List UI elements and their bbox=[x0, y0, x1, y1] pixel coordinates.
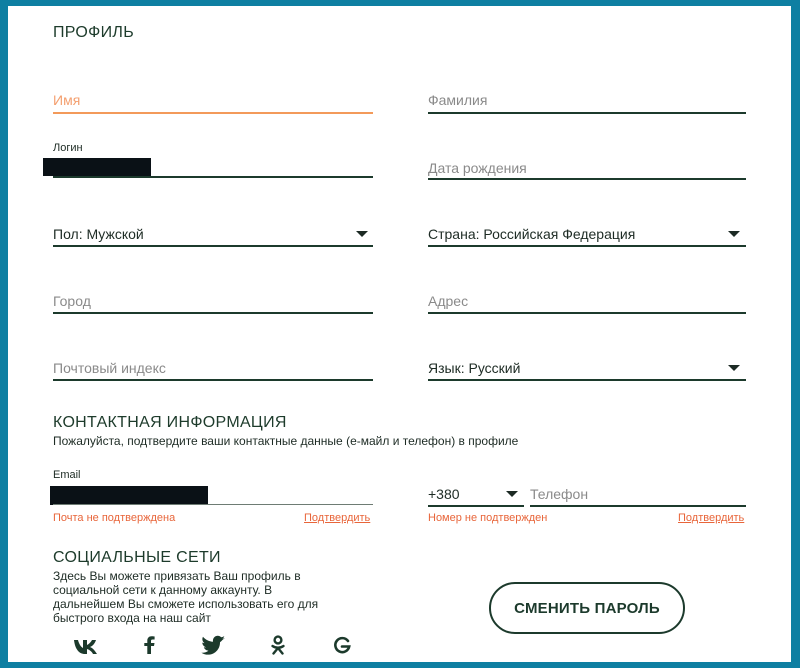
email-confirm-link[interactable]: Подтвердить bbox=[304, 512, 370, 524]
contact-title: КОНТАКТНАЯ ИНФОРМАЦИЯ bbox=[53, 414, 287, 431]
social-description-line: социальной сети к данному аккаунту. В bbox=[53, 583, 273, 597]
login-underline bbox=[53, 176, 373, 178]
city-underline bbox=[53, 312, 373, 314]
first-name-underline bbox=[53, 112, 373, 114]
last-name-field[interactable]: Фамилия bbox=[428, 86, 746, 116]
contact-subtitle: Пожалуйста, подтвердите ваши контактные … bbox=[53, 434, 519, 448]
phone-field[interactable]: Телефон bbox=[530, 484, 746, 508]
email-value-redacted bbox=[50, 486, 208, 505]
gender-value: Пол: Мужской bbox=[53, 226, 144, 242]
phone-status: Номер не подтвержден bbox=[428, 512, 548, 524]
phone-confirm-link[interactable]: Подтвердить bbox=[678, 512, 744, 524]
change-password-button[interactable]: СМЕНИТЬ ПАРОЛЬ bbox=[489, 582, 685, 634]
address-placeholder: Адрес bbox=[428, 293, 469, 309]
vk-icon[interactable] bbox=[73, 635, 99, 655]
chevron-down-icon bbox=[356, 231, 368, 237]
login-field[interactable]: Логин bbox=[43, 140, 373, 182]
login-value-redacted bbox=[43, 158, 151, 176]
social-description: Здесь Вы можете привязать Ваш профиль в … bbox=[53, 569, 373, 625]
birthdate-underline bbox=[428, 178, 746, 180]
login-label: Логин bbox=[53, 142, 83, 154]
social-title: СОЦИАЛЬНЫЕ СЕТИ bbox=[53, 549, 221, 566]
phone-underline bbox=[530, 505, 746, 507]
postal-code-underline bbox=[53, 379, 373, 381]
phone-code-underline bbox=[428, 505, 524, 507]
last-name-placeholder: Фамилия bbox=[428, 92, 488, 108]
language-value: Язык: Русский bbox=[428, 360, 521, 376]
country-select[interactable]: Страна: Российская Федерация bbox=[428, 220, 746, 250]
profile-title: ПРОФИЛЬ bbox=[53, 24, 135, 41]
chevron-down-icon bbox=[506, 491, 518, 497]
facebook-icon[interactable] bbox=[137, 635, 163, 655]
social-description-line: дальнейшем Вы сможете использовать его д… bbox=[53, 597, 319, 611]
social-description-line: Здесь Вы можете привязать Ваш профиль в bbox=[53, 569, 301, 583]
city-field[interactable]: Город bbox=[53, 287, 373, 317]
first-name-placeholder: Имя bbox=[53, 92, 81, 108]
email-status: Почта не подтверждена bbox=[53, 512, 176, 524]
postal-code-placeholder: Почтовый индекс bbox=[53, 360, 166, 376]
email-field[interactable]: Email bbox=[50, 468, 375, 508]
email-underline bbox=[53, 504, 373, 505]
birthdate-placeholder: Дата рождения bbox=[428, 160, 527, 176]
google-icon[interactable] bbox=[329, 635, 355, 655]
phone-code-select[interactable]: +380 bbox=[428, 484, 524, 508]
city-placeholder: Город bbox=[53, 293, 91, 309]
twitter-icon[interactable] bbox=[201, 635, 227, 655]
birthdate-field[interactable]: Дата рождения bbox=[428, 154, 746, 184]
odnoklassniki-icon[interactable] bbox=[265, 635, 291, 655]
last-name-underline bbox=[428, 112, 746, 114]
profile-panel: ПРОФИЛЬ Имя Фамилия Логин Дата рождения … bbox=[8, 6, 791, 662]
email-label: Email bbox=[53, 469, 81, 481]
social-description-line: быстрого входа на наш сайт bbox=[53, 611, 211, 625]
address-underline bbox=[428, 312, 746, 314]
address-field[interactable]: Адрес bbox=[428, 287, 746, 317]
chevron-down-icon bbox=[728, 231, 740, 237]
gender-select[interactable]: Пол: Мужской bbox=[53, 220, 373, 250]
country-underline bbox=[428, 245, 746, 247]
chevron-down-icon bbox=[728, 365, 740, 371]
phone-code-value: +380 bbox=[428, 486, 460, 502]
country-value: Страна: Российская Федерация bbox=[428, 226, 636, 242]
first-name-field[interactable]: Имя bbox=[53, 86, 373, 116]
language-underline bbox=[428, 379, 746, 381]
gender-underline bbox=[53, 245, 373, 247]
language-select[interactable]: Язык: Русский bbox=[428, 354, 746, 384]
phone-placeholder: Телефон bbox=[530, 486, 589, 502]
postal-code-field[interactable]: Почтовый индекс bbox=[53, 354, 373, 384]
